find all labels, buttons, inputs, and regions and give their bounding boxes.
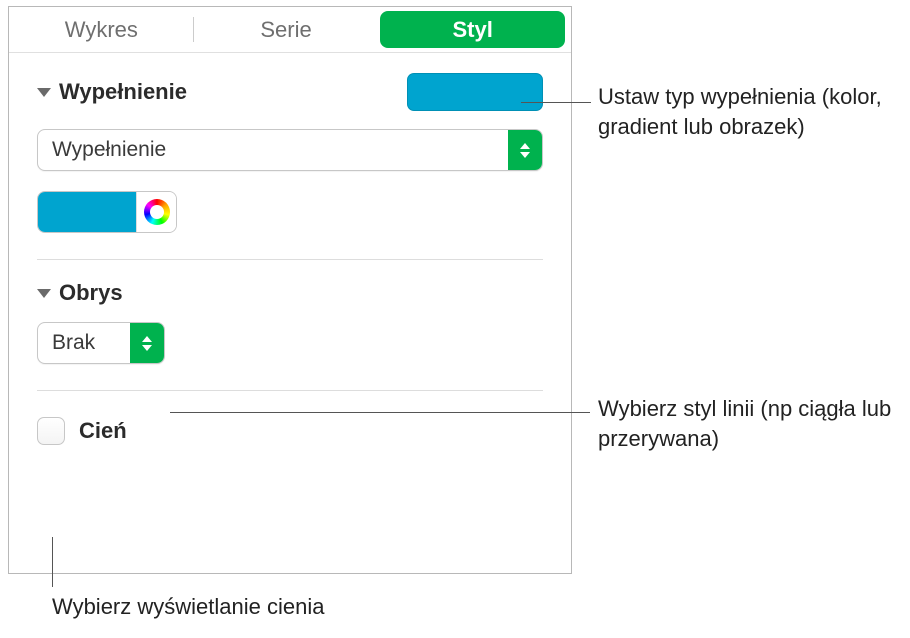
stroke-section: Obrys Brak [9, 260, 571, 364]
fill-title: Wypełnienie [59, 79, 187, 105]
tab-series[interactable]: Serie [194, 7, 379, 52]
callout-line-style: Wybierz styl linii (np ciągła lub przery… [598, 394, 908, 453]
callout-fill-type: Ustaw typ wypełnienia (kolor, gradient l… [598, 82, 898, 141]
fill-type-value: Wypełnienie [38, 130, 508, 170]
callout-line [170, 412, 590, 413]
fill-color-current [38, 192, 136, 232]
stroke-title: Obrys [59, 280, 123, 306]
shadow-row: Cień [9, 391, 571, 445]
callout-line [521, 102, 591, 103]
callout-line [52, 537, 53, 587]
fill-color-swatch[interactable] [407, 73, 543, 111]
color-wheel-icon [144, 199, 170, 225]
fill-header[interactable]: Wypełnienie [37, 79, 187, 105]
chevron-down-icon [37, 88, 51, 97]
style-panel: Wykres Serie Styl Wypełnienie Wypełnieni… [8, 6, 572, 574]
stroke-style-dropdown[interactable]: Brak [37, 322, 165, 364]
fill-color-picker[interactable] [37, 191, 177, 233]
stroke-style-value: Brak [38, 323, 130, 363]
callout-shadow: Wybierz wyświetlanie cienia [52, 592, 324, 622]
tab-chart[interactable]: Wykres [9, 7, 194, 52]
dropdown-stepper-icon [508, 130, 542, 170]
color-wheel-button[interactable] [136, 192, 176, 232]
shadow-checkbox[interactable] [37, 417, 65, 445]
fill-section: Wypełnienie Wypełnienie [9, 53, 571, 233]
tab-bar: Wykres Serie Styl [9, 7, 571, 53]
stroke-header[interactable]: Obrys [37, 280, 543, 306]
chevron-down-icon [37, 289, 51, 298]
fill-type-dropdown[interactable]: Wypełnienie [37, 129, 543, 171]
dropdown-stepper-icon [130, 323, 164, 363]
shadow-label: Cień [79, 418, 127, 444]
tab-style[interactable]: Styl [380, 11, 565, 48]
